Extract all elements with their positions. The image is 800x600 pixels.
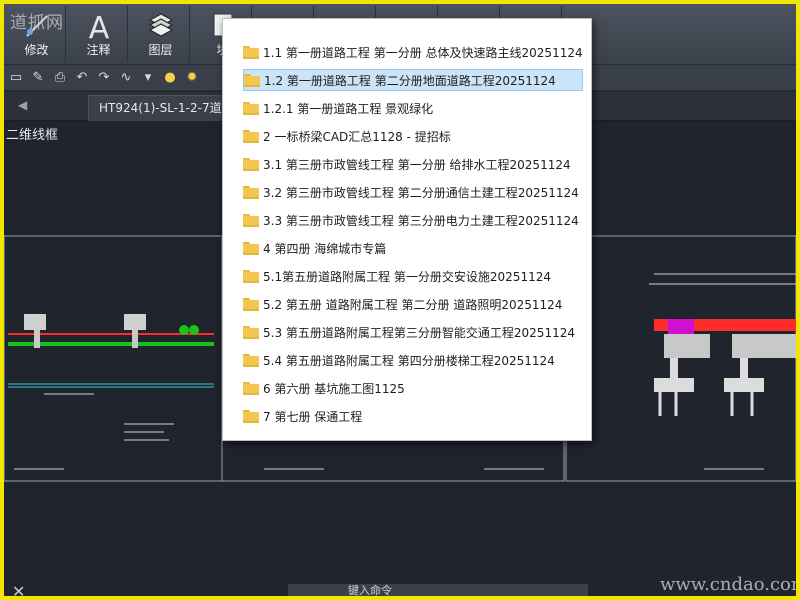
folder-item-label: 1.1 第一册道路工程 第一分册 总体及快速路主线20251124 <box>263 45 583 60</box>
folder-item[interactable]: 6 第六册 基坑施工图1125 <box>243 377 583 399</box>
folder-icon <box>243 325 259 339</box>
folder-icon <box>243 185 259 199</box>
annotation-icon: A <box>84 10 114 46</box>
modify-icon <box>22 10 52 43</box>
folder-list-popup: 1.1 第一册道路工程 第一分册 总体及快速路主线20251124 1.2 第一… <box>222 18 592 441</box>
folder-icon <box>243 381 259 395</box>
folder-item-label: 5.3 第五册道路附属工程第三分册智能交通工程20251124 <box>263 325 575 340</box>
folder-item-label: 4 第四册 海绵城市专篇 <box>263 241 387 256</box>
folder-icon <box>243 45 259 59</box>
folder-item[interactable]: 5.3 第五册道路附属工程第三分册智能交通工程20251124 <box>243 321 583 343</box>
folder-item-label: 5.2 第五册 道路附属工程 第二分册 道路照明20251124 <box>263 297 563 312</box>
command-line-input[interactable]: 键入命令 <box>288 584 588 596</box>
folder-item[interactable]: 5.2 第五册 道路附属工程 第二分册 道路照明20251124 <box>243 293 583 315</box>
folder-item-label: 7 第七册 保通工程 <box>263 409 363 424</box>
folder-item[interactable]: 1.1 第一册道路工程 第一分册 总体及快速路主线20251124 <box>243 41 583 63</box>
print-icon[interactable]: ⎙ <box>52 70 68 86</box>
folder-item-label: 1.2 第一册道路工程 第二分册地面道路工程20251124 <box>264 73 556 88</box>
layer-icon <box>146 10 176 43</box>
folder-icon <box>243 353 259 367</box>
modify-label: 修改 <box>24 43 49 57</box>
folder-icon <box>243 269 259 283</box>
sun-icon[interactable]: ✹ <box>184 70 200 86</box>
redo-icon[interactable]: ↷ <box>96 70 112 86</box>
folder-icon <box>243 409 259 423</box>
folder-item-label: 5.1第五册道路附属工程 第一分册交安设施20251124 <box>263 269 551 284</box>
annotation-button[interactable]: A 注释 <box>70 6 128 62</box>
folder-item-label: 3.1 第三册市政管线工程 第一分册 给排水工程20251124 <box>263 157 571 172</box>
svg-text:A: A <box>88 11 109 42</box>
folder-icon <box>243 101 259 115</box>
folder-item[interactable]: 5.1第五册道路附属工程 第一分册交安设施20251124 <box>243 265 583 287</box>
folder-item[interactable]: 2 一标桥梁CAD汇总1128 - 提招标 <box>243 125 583 147</box>
folder-item-label: 6 第六册 基坑施工图1125 <box>263 381 405 396</box>
folder-item-label: 1.2.1 第一册道路工程 景观绿化 <box>263 101 434 116</box>
folder-icon <box>243 241 259 255</box>
folder-item[interactable]: 3.3 第三册市政管线工程 第三分册电力土建工程20251124 <box>243 209 583 231</box>
layer-button[interactable]: 图层 <box>132 6 190 62</box>
modify-button[interactable]: 修改 <box>8 6 66 62</box>
edit-icon[interactable]: ✎ <box>30 70 46 86</box>
folder-item-label: 3.2 第三册市政管线工程 第二分册通信土建工程20251124 <box>263 185 579 200</box>
undo-icon[interactable]: ↶ <box>74 70 90 86</box>
folder-icon <box>243 297 259 311</box>
cad-application-window: 道抓网 修改 A 注释 图层 块 <box>4 4 796 596</box>
folder-item[interactable]: 5.4 第五册道路附属工程 第四分册楼梯工程20251124 <box>243 349 583 371</box>
chevron-down-icon[interactable]: ▾ <box>140 70 156 86</box>
watermark-text: www.cndao.com <box>660 574 796 595</box>
folder-icon <box>243 157 259 171</box>
folder-item[interactable]: 1.2.1 第一册道路工程 景观绿化 <box>243 97 583 119</box>
layer-label: 图层 <box>148 43 173 57</box>
close-icon[interactable]: ✕ <box>12 582 25 596</box>
bulb-icon[interactable]: ● <box>162 70 178 86</box>
folder-item[interactable]: 3.2 第三册市政管线工程 第二分册通信土建工程20251124 <box>243 181 583 203</box>
folder-icon <box>243 213 259 227</box>
folder-item[interactable]: 7 第七册 保通工程 <box>243 405 583 427</box>
folder-item[interactable]: 3.1 第三册市政管线工程 第一分册 给排水工程20251124 <box>243 153 583 175</box>
folder-item-label: 5.4 第五册道路附属工程 第四分册楼梯工程20251124 <box>263 353 555 368</box>
folder-item-label: 3.3 第三册市政管线工程 第三分册电力土建工程20251124 <box>263 213 579 228</box>
folder-icon <box>244 73 260 87</box>
folder-item-label: 2 一标桥梁CAD汇总1128 - 提招标 <box>263 129 451 144</box>
folder-icon <box>243 129 259 143</box>
tab-scroll-left-icon[interactable]: ◀ <box>18 98 27 112</box>
folder-item[interactable]: 4 第四册 海绵城市专篇 <box>243 237 583 259</box>
view-style-label[interactable]: 二维线框 <box>6 124 58 143</box>
polyline-icon[interactable]: ∿ <box>118 70 134 86</box>
folder-item-selected[interactable]: 1.2 第一册道路工程 第二分册地面道路工程20251124 <box>243 69 583 91</box>
new-file-icon[interactable]: ▭ <box>8 70 24 86</box>
